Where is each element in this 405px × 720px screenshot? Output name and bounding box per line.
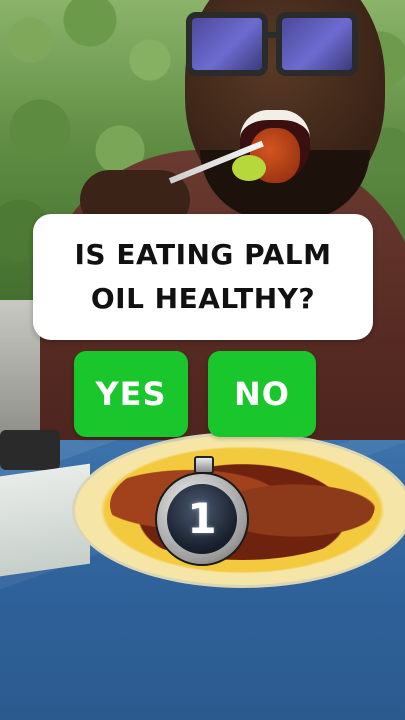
table-device <box>0 430 60 470</box>
glasses-bridge <box>268 32 282 38</box>
glasses-left-lens <box>186 12 268 76</box>
question-text: IS EATING PALM OIL HEALTHY? <box>74 238 332 315</box>
stopwatch-face: 1 <box>167 484 237 554</box>
countdown-digit: 1 <box>187 494 217 543</box>
question-card: IS EATING PALM OIL HEALTHY? <box>33 214 373 340</box>
glasses-right-lens <box>276 12 358 76</box>
yes-button[interactable]: YES <box>74 351 188 437</box>
no-button[interactable]: NO <box>208 351 316 437</box>
stopwatch-icon: 1 <box>155 456 249 566</box>
stopwatch-ring: 1 <box>155 472 249 566</box>
video-frame <box>0 0 405 720</box>
fork-food <box>232 155 266 181</box>
